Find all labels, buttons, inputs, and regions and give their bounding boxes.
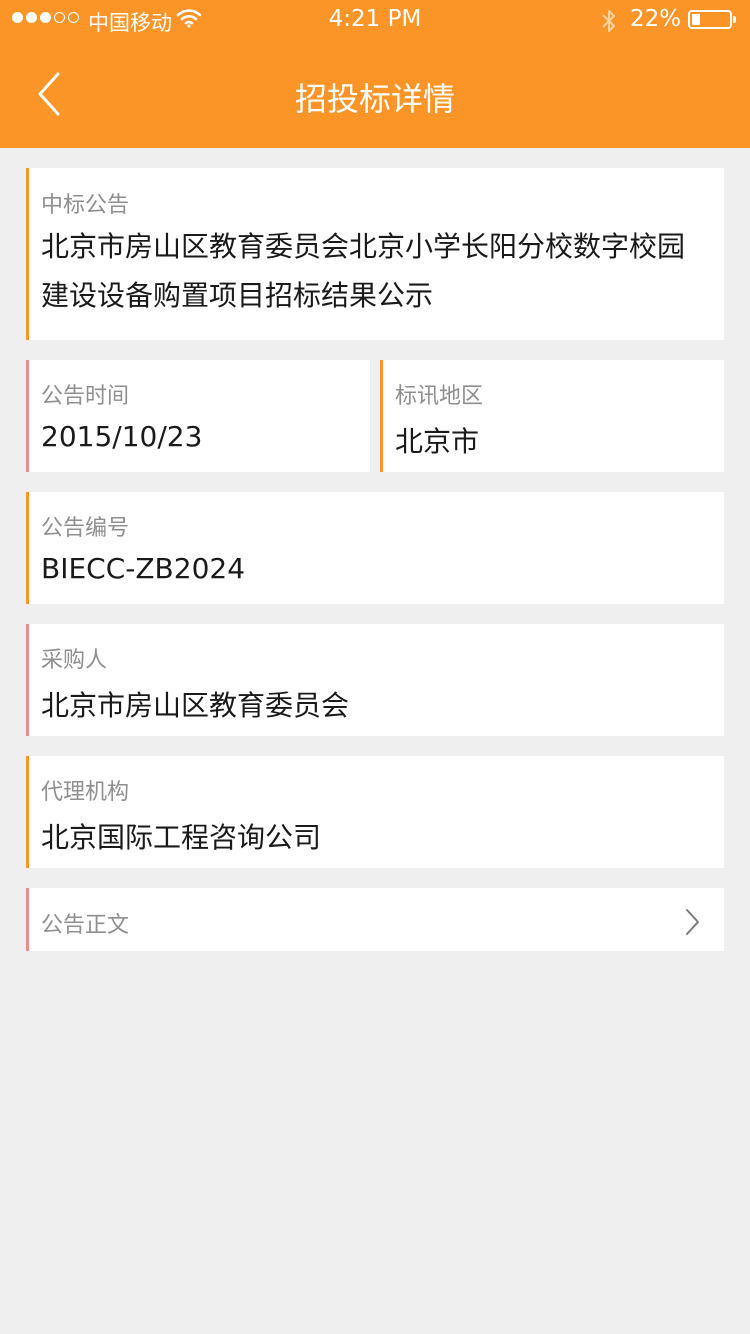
agency-card: 代理机构 北京国际工程咨询公司 xyxy=(26,756,724,868)
publish-time-card: 公告时间 2015/10/23 xyxy=(26,360,370,472)
region-label: 标讯地区 xyxy=(395,384,484,409)
chevron-right-icon xyxy=(684,908,700,940)
nav-bar: 招投标详情 xyxy=(0,40,750,148)
status-bar: 中国移动 4:21 PM 22% xyxy=(0,0,750,40)
agency-value: 北京国际工程咨询公司 xyxy=(41,821,322,854)
notice-number-label: 公告编号 xyxy=(41,516,130,541)
notice-number-card: 公告编号 BIECC-ZB2024 xyxy=(26,492,724,604)
publish-time-value: 2015/10/23 xyxy=(41,420,203,453)
purchaser-card: 采购人 北京市房山区教育委员会 xyxy=(26,624,724,736)
region-card: 标讯地区 北京市 xyxy=(380,360,724,472)
page-title: 招投标详情 xyxy=(294,80,455,118)
publish-time-label: 公告时间 xyxy=(41,384,130,409)
region-value: 北京市 xyxy=(395,425,480,458)
agency-label: 代理机构 xyxy=(41,780,130,805)
award-notice-card: 中标公告 北京市房山区教育委员会北京小学长阳分校数字校园建设设备购置项目招标结果… xyxy=(26,168,724,340)
award-notice-label: 中标公告 xyxy=(41,193,130,218)
purchaser-label: 采购人 xyxy=(41,648,108,673)
award-notice-title: 北京市房山区教育委员会北京小学长阳分校数字校园建设设备购置项目招标结果公示 xyxy=(41,230,686,312)
battery-nub xyxy=(733,16,736,23)
announcement-body-label: 公告正文 xyxy=(41,913,130,938)
battery-level xyxy=(692,14,700,25)
battery-icon xyxy=(688,10,732,29)
battery-percent: 22% xyxy=(630,6,682,32)
bluetooth-icon xyxy=(600,8,618,40)
notice-number-value: BIECC-ZB2024 xyxy=(41,552,246,585)
purchaser-value: 北京市房山区教育委员会 xyxy=(41,689,350,722)
announcement-body-row[interactable]: 公告正文 xyxy=(26,888,724,951)
header: 中国移动 4:21 PM 22% 招投标详情 xyxy=(0,0,750,148)
